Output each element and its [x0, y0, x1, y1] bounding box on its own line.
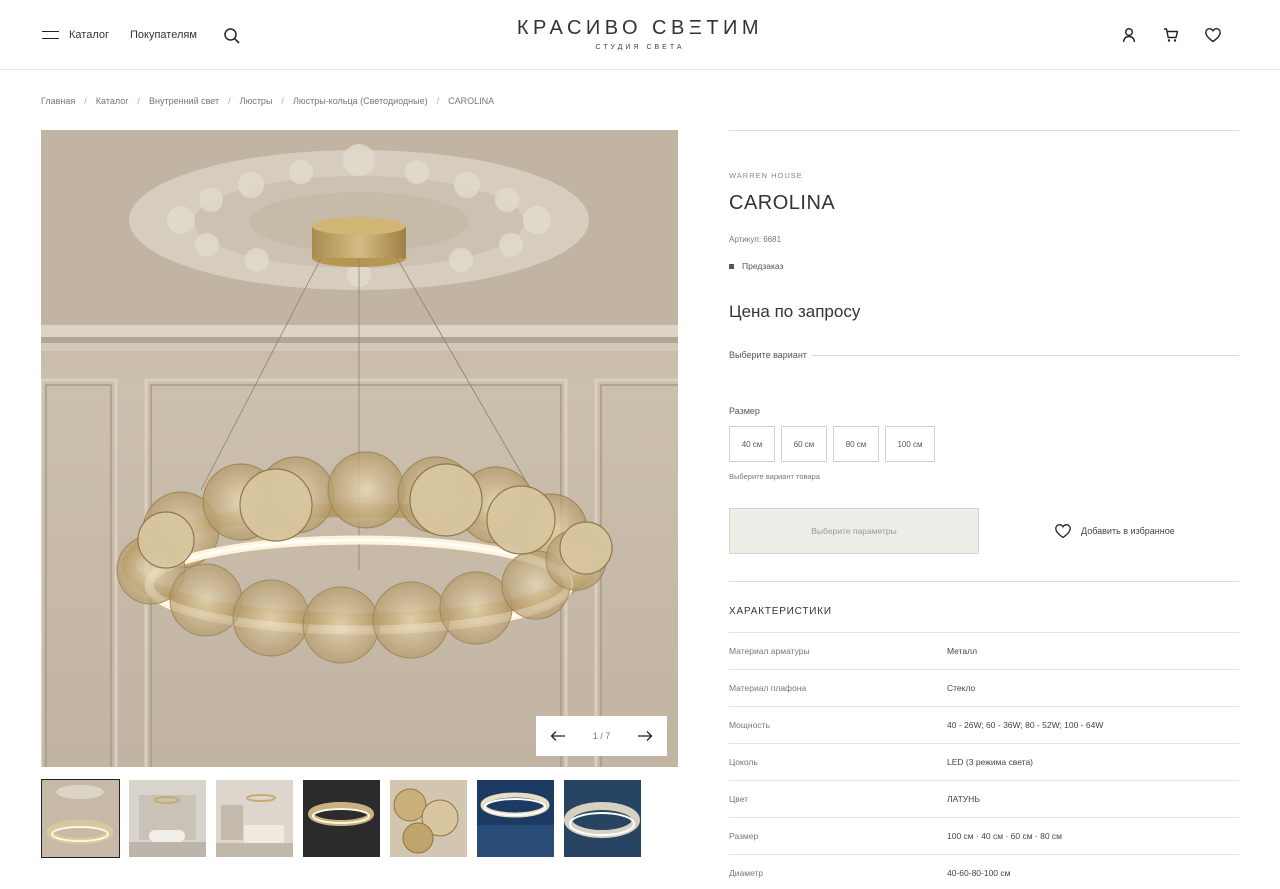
cart-icon[interactable] — [1162, 26, 1180, 44]
gallery-pager: 1 / 7 — [536, 716, 667, 756]
product-info: WARREN HOUSE CAROLINA Артикул: 6681 Пред… — [729, 130, 1239, 889]
size-option-60[interactable]: 60 см — [781, 426, 827, 462]
arrow-left-icon[interactable] — [550, 730, 566, 742]
spec-row: Цоколь LED (3 режима света) — [729, 743, 1239, 780]
spec-value: Металл — [947, 646, 978, 656]
spec-row: Материал плафона Стекло — [729, 669, 1239, 706]
thumbnail-1[interactable] — [41, 779, 120, 858]
breadcrumb-separator: / — [137, 96, 141, 106]
spec-value: 40 - 26W; 60 - 36W; 80 - 52W; 100 - 64W — [947, 720, 1104, 730]
divider — [729, 130, 1239, 131]
variant-label: Выберите вариант — [729, 350, 807, 360]
arrow-right-icon[interactable] — [637, 730, 653, 742]
specs-title: ХАРАКТЕРИСТИКИ — [729, 606, 832, 617]
gallery-thumbnails — [41, 779, 651, 858]
spec-key: Цоколь — [729, 757, 758, 767]
thumbnail-3[interactable] — [216, 780, 293, 857]
status-square-icon — [729, 263, 734, 269]
user-icon[interactable] — [1120, 26, 1138, 44]
size-option-100[interactable]: 100 см — [885, 426, 935, 462]
spec-key: Материал плафона — [729, 683, 807, 693]
breadcrumb-separator: / — [281, 96, 284, 106]
spec-value: LED (3 режима света) — [947, 757, 1034, 767]
spec-key: Мощность — [729, 720, 770, 730]
spec-row: Мощность 40 - 26W; 60 - 36W; 80 - 52W; 1… — [729, 706, 1239, 743]
breadcrumb-current: CAROLINA — [448, 96, 495, 106]
spec-key: Цвет — [729, 794, 749, 804]
breadcrumb-indoor-light[interactable]: Внутренний свет — [149, 96, 219, 106]
breadcrumb-ring-chandeliers[interactable]: Люстры-кольца (Светодиодные) — [293, 96, 428, 106]
spec-row: Размер 100 см · 40 см · 60 см · 80 см — [729, 817, 1239, 854]
heart-icon — [1055, 524, 1071, 539]
spec-key: Материал арматуры — [729, 646, 810, 656]
heart-icon[interactable] — [1204, 26, 1222, 44]
thumbnail-5[interactable] — [390, 780, 467, 857]
size-option-80[interactable]: 80 см — [833, 426, 879, 462]
spec-row: Цвет ЛАТУНЬ — [729, 780, 1239, 817]
breadcrumb-separator: / — [436, 96, 440, 106]
specs-table: Материал арматуры Металл Материал плафон… — [729, 632, 1239, 889]
logo-title: КРАСИВО СВΞТИМ — [516, 17, 764, 39]
breadcrumb-separator: / — [228, 96, 231, 106]
breadcrumb-chandeliers[interactable]: Люстры — [240, 96, 273, 106]
status-text: Предзаказ — [742, 261, 784, 271]
product-actions: Выберите параметры Добавить в избранное — [729, 508, 1239, 554]
spec-value: ЛАТУНЬ — [947, 794, 980, 804]
spec-row: Материал арматуры Металл — [729, 632, 1239, 669]
product-main-image[interactable] — [41, 130, 678, 767]
spec-value: 100 см · 40 см · 60 см · 80 см — [947, 831, 1063, 841]
gallery-counter: 1 / 7 — [592, 731, 611, 741]
spec-value: 40-60-80-100 см — [947, 868, 1011, 878]
product-title: CAROLINA — [729, 192, 836, 214]
divider — [810, 354, 1239, 356]
select-params-button[interactable]: Выберите параметры — [729, 508, 979, 554]
favorites-label: Добавить в избранное — [1081, 526, 1175, 536]
site-header: Каталог Покупателям КРАСИВО СВΞТИМ СТУДИ… — [0, 0, 1280, 70]
thumbnail-2[interactable] — [129, 780, 206, 857]
thumbnail-6[interactable] — [477, 780, 554, 857]
spec-key: Размер — [729, 831, 759, 841]
breadcrumb-home[interactable]: Главная — [41, 96, 75, 106]
site-logo[interactable]: КРАСИВО СВΞТИМ СТУДИЯ СВЕТА — [0, 17, 1280, 51]
breadcrumb-separator: / — [84, 96, 87, 106]
header-right-icons — [1096, 26, 1222, 44]
spec-row: Диаметр 40-60-80-100 см — [729, 854, 1239, 889]
size-label: Размер — [729, 406, 760, 416]
availability-status: Предзаказ — [729, 261, 1239, 271]
thumbnail-4[interactable] — [303, 780, 380, 857]
spec-value: Стекло — [947, 683, 976, 693]
product-brand[interactable]: WARREN HOUSE — [729, 171, 1239, 180]
variant-hint: Выберите вариант товара — [729, 472, 820, 481]
size-option-40[interactable]: 40 см — [729, 426, 775, 462]
thumbnail-7[interactable] — [564, 780, 641, 857]
spec-key: Диаметр — [729, 868, 764, 878]
breadcrumb: Главная / Каталог / Внутренний свет / Лю… — [41, 96, 494, 106]
divider — [729, 581, 1239, 582]
add-to-favorites-button[interactable]: Добавить в избранное — [1054, 523, 1175, 539]
logo-subtitle: СТУДИЯ СВЕТА — [595, 44, 685, 51]
breadcrumb-catalog[interactable]: Каталог — [96, 96, 129, 106]
product-sku: Артикул: 6681 — [729, 235, 782, 244]
size-options: 40 см 60 см 80 см 100 см — [729, 426, 1239, 462]
product-price: Цена по запросу — [729, 302, 861, 321]
variant-header: Выберите вариант — [729, 350, 1239, 360]
